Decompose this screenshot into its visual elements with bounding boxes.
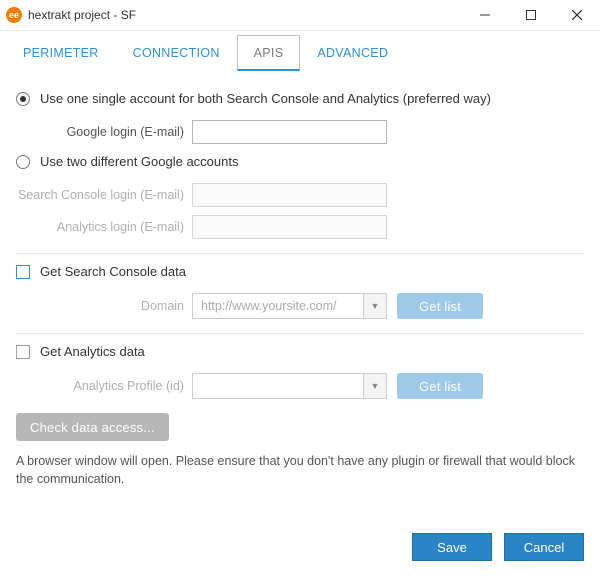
get-list-analytics-button[interactable]: Get list	[397, 373, 483, 399]
checkbox-analytics-label: Get Analytics data	[40, 344, 145, 359]
radio-two-accounts[interactable]	[16, 155, 30, 169]
close-button[interactable]	[554, 0, 600, 31]
tab-bar: PERIMETER CONNECTION APIS ADVANCED	[0, 31, 600, 71]
cancel-button[interactable]: Cancel	[504, 533, 584, 561]
domain-combo-value: http://www.yoursite.com/	[192, 293, 363, 319]
tab-apis[interactable]: APIS	[237, 35, 301, 71]
minimize-button[interactable]	[462, 0, 508, 31]
get-list-sc-button[interactable]: Get list	[397, 293, 483, 319]
maximize-button[interactable]	[508, 0, 554, 31]
window-title: hextrakt project - SF	[28, 8, 136, 22]
check-data-access-button[interactable]: Check data access...	[16, 413, 169, 441]
checkbox-search-console[interactable]	[16, 265, 30, 279]
titlebar: ee hextrakt project - SF	[0, 0, 600, 31]
save-button[interactable]: Save	[412, 533, 492, 561]
tab-connection[interactable]: CONNECTION	[116, 35, 237, 71]
domain-combo[interactable]: http://www.yoursite.com/ ▼	[192, 293, 387, 319]
chevron-down-icon[interactable]: ▼	[363, 373, 387, 399]
radio-single-account[interactable]	[16, 92, 30, 106]
google-login-label: Google login (E-mail)	[16, 125, 192, 139]
analytics-profile-combo[interactable]: ▼	[192, 373, 387, 399]
google-login-input[interactable]	[192, 120, 387, 144]
domain-label: Domain	[16, 299, 192, 313]
checkbox-analytics[interactable]	[16, 345, 30, 359]
app-icon: ee	[6, 7, 22, 23]
radio-two-accounts-label: Use two different Google accounts	[40, 154, 239, 169]
analytics-login-label: Analytics login (E-mail)	[16, 220, 192, 234]
checkbox-search-console-label: Get Search Console data	[40, 264, 186, 279]
tab-advanced[interactable]: ADVANCED	[300, 35, 405, 71]
sc-login-input[interactable]	[192, 183, 387, 207]
analytics-profile-label: Analytics Profile (id)	[16, 379, 192, 393]
tab-perimeter[interactable]: PERIMETER	[6, 35, 116, 71]
analytics-profile-value	[192, 373, 363, 399]
divider	[16, 333, 584, 334]
divider	[16, 253, 584, 254]
analytics-login-input[interactable]	[192, 215, 387, 239]
radio-single-account-label: Use one single account for both Search C…	[40, 91, 491, 106]
chevron-down-icon[interactable]: ▼	[363, 293, 387, 319]
note-text: A browser window will open. Please ensur…	[16, 453, 584, 488]
sc-login-label: Search Console login (E-mail)	[16, 188, 192, 202]
